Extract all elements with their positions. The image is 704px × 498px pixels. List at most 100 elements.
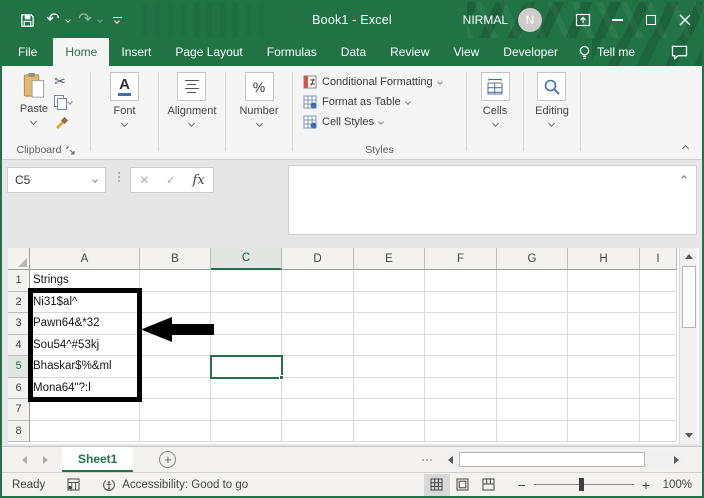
cell-G1[interactable] <box>497 270 568 292</box>
page-break-preview-button[interactable] <box>476 474 502 496</box>
cell-A6[interactable]: Mona64"?:l <box>30 377 140 399</box>
cell-E3[interactable] <box>354 313 425 335</box>
cell-C2[interactable] <box>211 291 282 313</box>
cell-D5[interactable] <box>282 356 354 378</box>
cell-B2[interactable] <box>140 291 211 313</box>
paste-dropdown-icon[interactable] <box>30 117 38 126</box>
column-header-I[interactable]: I <box>640 248 677 270</box>
cell-A1[interactable]: Strings <box>30 270 140 292</box>
alignment-button[interactable]: Alignment <box>168 72 216 128</box>
name-box-dropdown-icon[interactable] <box>92 177 98 183</box>
cell-A2[interactable]: Ni31$al^ <box>30 291 140 313</box>
zoom-slider-handle[interactable] <box>578 477 584 491</box>
cell-F6[interactable] <box>425 377 497 399</box>
page-layout-view-button[interactable] <box>450 474 476 496</box>
column-header-G[interactable]: G <box>497 248 568 270</box>
scroll-down-button[interactable] <box>680 427 698 444</box>
horizontal-scrollbar-thumb[interactable] <box>459 452 645 467</box>
user-name[interactable]: NIRMAL <box>463 13 508 27</box>
cell-E8[interactable] <box>354 420 425 442</box>
maximize-button[interactable] <box>634 5 668 35</box>
cell-C7[interactable] <box>211 399 282 421</box>
cell-G2[interactable] <box>497 291 568 313</box>
cancel-entry-icon[interactable]: ✕ <box>139 173 149 187</box>
tab-view[interactable]: View <box>442 38 492 66</box>
cell-D8[interactable] <box>282 420 354 442</box>
new-sheet-button[interactable]: + <box>159 451 177 468</box>
undo-dropdown-icon[interactable] <box>65 17 71 23</box>
save-button[interactable] <box>16 8 38 32</box>
column-header-H[interactable]: H <box>568 248 640 270</box>
tab-developer[interactable]: Developer <box>491 38 570 66</box>
cell-A7[interactable] <box>30 399 140 421</box>
cell-B6[interactable] <box>140 377 211 399</box>
cell-B7[interactable] <box>140 399 211 421</box>
confirm-entry-icon[interactable]: ✓ <box>166 173 176 187</box>
cell-H6[interactable] <box>568 377 640 399</box>
customize-quick-access-button[interactable] <box>106 8 128 32</box>
cell-G8[interactable] <box>497 420 568 442</box>
cell-A5[interactable]: Bhaskar$%&ml <box>30 356 140 378</box>
row-header-8[interactable]: 8 <box>8 420 30 442</box>
redo-dropdown-icon[interactable] <box>97 17 103 23</box>
column-header-C[interactable]: C <box>211 248 282 270</box>
minimize-button[interactable] <box>600 5 634 35</box>
font-button[interactable]: A Font <box>110 72 139 128</box>
cell-G7[interactable] <box>497 399 568 421</box>
cut-button[interactable]: ✂ <box>54 73 72 89</box>
cell-H1[interactable] <box>568 270 640 292</box>
cell-C1[interactable] <box>211 270 282 292</box>
cell-B3[interactable] <box>140 313 211 335</box>
cell-B5[interactable] <box>140 356 211 378</box>
cell-F4[interactable] <box>425 334 497 356</box>
cell-C3[interactable] <box>211 313 282 335</box>
clipboard-dialog-launcher-icon[interactable] <box>66 145 76 155</box>
cell-H2[interactable] <box>568 291 640 313</box>
cell-C4[interactable] <box>211 334 282 356</box>
cell-B4[interactable] <box>140 334 211 356</box>
cell-D2[interactable] <box>282 291 354 313</box>
comment-button[interactable] <box>671 38 688 66</box>
cells-button[interactable]: Cells <box>480 72 510 128</box>
cell-C6[interactable] <box>211 377 282 399</box>
row-header-3[interactable]: 3 <box>8 313 30 335</box>
close-button[interactable] <box>668 5 702 35</box>
column-header-B[interactable]: B <box>140 248 211 270</box>
cell-F3[interactable] <box>425 313 497 335</box>
zoom-in-button[interactable]: + <box>642 478 650 492</box>
zoom-level[interactable]: 100% <box>658 479 692 491</box>
selected-cell-C5[interactable] <box>210 355 284 380</box>
cell-E4[interactable] <box>354 334 425 356</box>
next-sheet-icon[interactable] <box>43 455 48 464</box>
cell-G6[interactable] <box>497 377 568 399</box>
horizontal-scrollbar[interactable] <box>442 451 684 468</box>
cell-E5[interactable] <box>354 356 425 378</box>
tab-data[interactable]: Data <box>329 38 378 66</box>
formula-bar-resizer[interactable] <box>118 172 120 182</box>
vertical-scrollbar-thumb[interactable] <box>682 266 696 328</box>
editing-button[interactable]: Editing <box>535 72 569 128</box>
scroll-left-button[interactable] <box>442 451 458 468</box>
cell-B8[interactable] <box>140 420 211 442</box>
row-header-7[interactable]: 7 <box>8 399 30 421</box>
tab-review[interactable]: Review <box>378 38 441 66</box>
cell-C8[interactable] <box>211 420 282 442</box>
column-header-A[interactable]: A <box>30 248 140 270</box>
cell-A3[interactable]: Pawn64&*32 <box>30 313 140 335</box>
cell-F1[interactable] <box>425 270 497 292</box>
cell-E6[interactable] <box>354 377 425 399</box>
cell-D3[interactable] <box>282 313 354 335</box>
normal-view-button[interactable] <box>423 473 450 496</box>
undo-button[interactable]: ↶ <box>42 8 64 32</box>
number-button[interactable]: % Number <box>239 72 279 128</box>
tell-me-button[interactable]: Tell me <box>570 38 643 66</box>
tab-insert[interactable]: Insert <box>109 38 163 66</box>
tab-file[interactable]: File <box>2 38 53 66</box>
cell-F2[interactable] <box>425 291 497 313</box>
avatar[interactable]: N <box>518 8 542 32</box>
scroll-up-button[interactable] <box>680 248 698 265</box>
cell-H5[interactable] <box>568 356 640 378</box>
column-header-E[interactable]: E <box>354 248 425 270</box>
cell-E1[interactable] <box>354 270 425 292</box>
cell-I4[interactable] <box>640 334 677 356</box>
